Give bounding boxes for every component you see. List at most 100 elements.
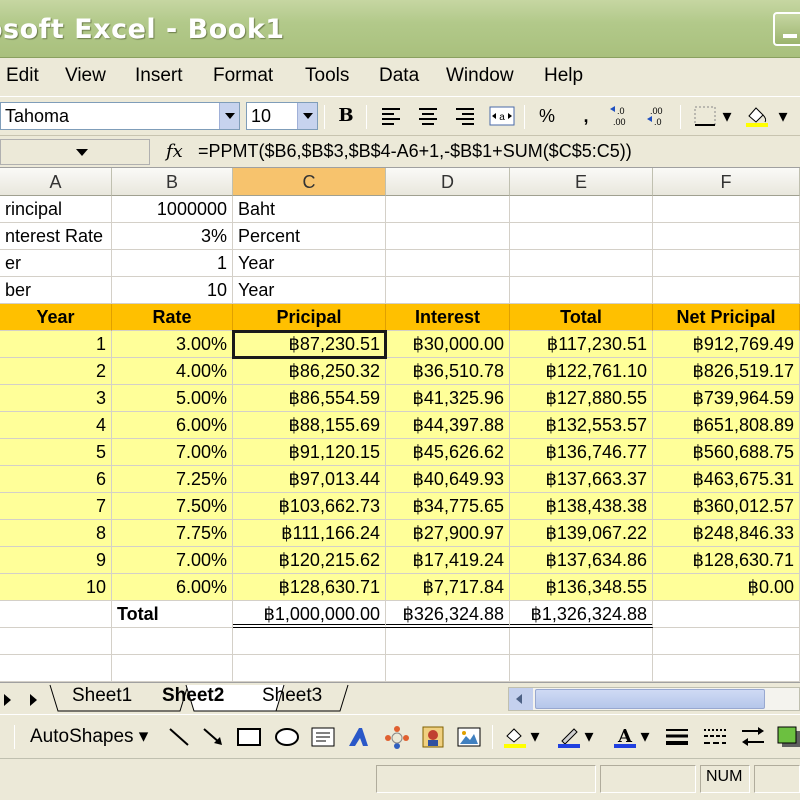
table-data-cell[interactable]: 8	[0, 520, 112, 547]
empty-cell[interactable]	[653, 196, 800, 223]
empty-cell[interactable]	[386, 628, 510, 655]
wordart-icon[interactable]	[346, 725, 372, 749]
chevron-down-icon[interactable]	[297, 103, 317, 129]
param-label-cell[interactable]: nterest Rate	[0, 223, 112, 250]
table-data-cell[interactable]: ฿86,250.32	[233, 358, 386, 385]
chevron-down-icon[interactable]: ▾	[638, 725, 652, 753]
empty-cell[interactable]	[653, 601, 800, 628]
bold-button[interactable]: B	[331, 102, 361, 130]
column-header-d[interactable]: D	[386, 168, 510, 196]
table-data-cell[interactable]: 7.00%	[112, 439, 233, 466]
param-unit-cell[interactable]: Percent	[233, 223, 386, 250]
menu-window[interactable]: Window	[446, 65, 514, 87]
table-data-cell[interactable]: ฿739,964.59	[653, 385, 800, 412]
table-data-cell[interactable]: ฿912,769.49	[653, 331, 800, 358]
table-data-cell[interactable]: 1	[0, 331, 112, 358]
column-header-c[interactable]: C	[233, 168, 386, 196]
font-color-icon[interactable]: A	[612, 725, 638, 749]
table-header-cell[interactable]: Pricipal	[233, 304, 386, 331]
total-interest-cell[interactable]: ฿326,324.88	[386, 601, 510, 628]
empty-cell[interactable]	[386, 223, 510, 250]
table-data-cell[interactable]: 3	[0, 385, 112, 412]
dash-style-icon[interactable]	[702, 725, 728, 749]
increase-decimal-icon[interactable]: .0.00	[606, 102, 636, 130]
text-box-icon[interactable]	[310, 725, 336, 749]
empty-cell[interactable]	[233, 628, 386, 655]
last-sheet-icon[interactable]	[30, 694, 37, 706]
param-unit-cell[interactable]: Year	[233, 250, 386, 277]
arrow-icon[interactable]	[200, 725, 226, 749]
empty-cell[interactable]	[386, 277, 510, 304]
table-header-cell[interactable]: Total	[510, 304, 653, 331]
line-color-icon[interactable]	[556, 725, 582, 749]
table-data-cell[interactable]: 2	[0, 358, 112, 385]
param-value-cell[interactable]: 1	[112, 250, 233, 277]
empty-cell[interactable]	[386, 655, 510, 682]
param-value-cell[interactable]: 3%	[112, 223, 233, 250]
table-data-cell[interactable]: 7.75%	[112, 520, 233, 547]
fill-color-icon[interactable]	[502, 725, 528, 749]
formula-input[interactable]: =PPMT($B6,$B$3,$B$4-A6+1,-$B$1+SUM($C$5:…	[198, 141, 632, 162]
shadow-style-icon[interactable]	[776, 725, 800, 749]
table-data-cell[interactable]: ฿34,775.65	[386, 493, 510, 520]
line-icon[interactable]	[166, 725, 192, 749]
table-data-cell[interactable]: ฿137,663.37	[510, 466, 653, 493]
table-data-cell[interactable]: ฿136,746.77	[510, 439, 653, 466]
scroll-thumb[interactable]	[535, 689, 765, 709]
empty-cell[interactable]	[510, 250, 653, 277]
table-data-cell[interactable]: ฿40,649.93	[386, 466, 510, 493]
empty-cell[interactable]	[112, 655, 233, 682]
table-data-cell[interactable]: ฿0.00	[653, 574, 800, 601]
total-sum-cell[interactable]: ฿1,326,324.88	[510, 601, 653, 628]
empty-cell[interactable]	[0, 655, 112, 682]
param-unit-cell[interactable]: Year	[233, 277, 386, 304]
align-left-icon[interactable]	[376, 102, 406, 130]
column-header-f[interactable]: F	[653, 168, 800, 196]
table-data-cell[interactable]: ฿463,675.31	[653, 466, 800, 493]
menu-insert[interactable]: Insert	[135, 65, 183, 87]
comma-style-button[interactable]: ,	[571, 102, 601, 130]
table-data-cell[interactable]: ฿111,166.24	[233, 520, 386, 547]
menu-data[interactable]: Data	[379, 65, 419, 87]
table-data-cell[interactable]: 4	[0, 412, 112, 439]
empty-cell[interactable]	[653, 655, 800, 682]
param-unit-cell[interactable]: Baht	[233, 196, 386, 223]
chevron-down-icon[interactable]: ▾	[528, 725, 542, 753]
param-label-cell[interactable]: ber	[0, 277, 112, 304]
chevron-down-icon[interactable]: ▾	[582, 725, 596, 753]
table-data-cell[interactable]: ฿136,348.55	[510, 574, 653, 601]
font-name-select[interactable]: Tahoma	[0, 102, 240, 130]
chevron-down-icon[interactable]: ▾	[776, 102, 790, 130]
column-header-a[interactable]: A	[0, 168, 112, 196]
table-data-cell[interactable]: ฿17,419.24	[386, 547, 510, 574]
insert-function-button[interactable]: fx	[166, 141, 183, 162]
table-data-cell[interactable]: ฿91,120.15	[233, 439, 386, 466]
table-data-cell[interactable]: ฿132,553.57	[510, 412, 653, 439]
empty-cell[interactable]	[653, 250, 800, 277]
table-data-cell[interactable]: ฿137,634.86	[510, 547, 653, 574]
param-label-cell[interactable]: rincipal	[0, 196, 112, 223]
empty-cell[interactable]	[653, 223, 800, 250]
menu-view[interactable]: View	[65, 65, 106, 87]
table-data-cell[interactable]: ฿30,000.00	[386, 331, 510, 358]
tab-sheet3[interactable]: Sheet3	[262, 685, 322, 707]
diagram-icon[interactable]	[384, 725, 410, 749]
insert-picture-icon[interactable]	[456, 725, 482, 749]
param-label-cell[interactable]: er	[0, 250, 112, 277]
autoshapes-menu[interactable]: AutoShapes ▾	[30, 725, 148, 748]
table-header-cell[interactable]: Rate	[112, 304, 233, 331]
tab-sheet1[interactable]: Sheet1	[72, 685, 132, 707]
table-data-cell[interactable]: ฿88,155.69	[233, 412, 386, 439]
table-data-cell[interactable]: ฿41,325.96	[386, 385, 510, 412]
table-data-cell[interactable]: ฿27,900.97	[386, 520, 510, 547]
table-data-cell[interactable]: ฿103,662.73	[233, 493, 386, 520]
table-data-cell[interactable]: ฿826,519.17	[653, 358, 800, 385]
table-data-cell[interactable]: ฿36,510.78	[386, 358, 510, 385]
param-value-cell[interactable]: 1000000	[112, 196, 233, 223]
empty-cell[interactable]	[510, 223, 653, 250]
table-data-cell[interactable]: ฿560,688.75	[653, 439, 800, 466]
empty-cell[interactable]	[653, 628, 800, 655]
column-header-b[interactable]: B	[112, 168, 233, 196]
table-data-cell[interactable]: 7.00%	[112, 547, 233, 574]
horizontal-scrollbar[interactable]	[508, 687, 800, 711]
